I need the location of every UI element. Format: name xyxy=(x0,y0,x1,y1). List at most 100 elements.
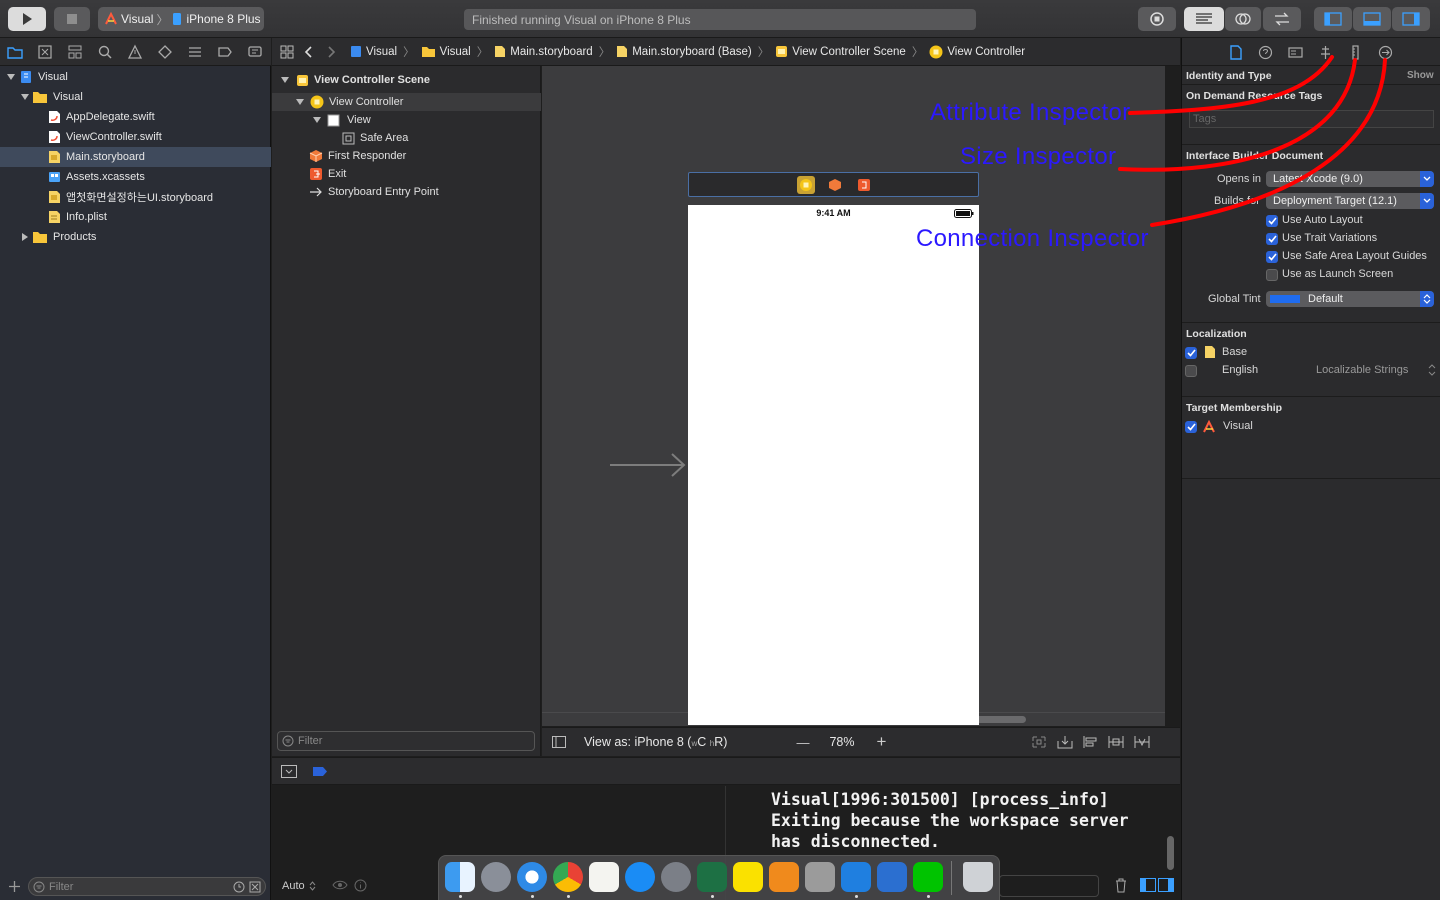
scheme-selector[interactable]: Visual 〉 iPhone 8 Plus xyxy=(98,7,264,31)
target-visual-checkbox[interactable] xyxy=(1185,421,1197,433)
finder-icon[interactable] xyxy=(445,862,475,892)
toggle-navigator-button[interactable] xyxy=(1314,7,1352,31)
update-frames-icon[interactable] xyxy=(1031,735,1047,749)
tree-item-group-visual[interactable]: Visual xyxy=(0,87,271,107)
zoom-out-button[interactable]: — xyxy=(796,735,809,750)
outline-exit[interactable]: Exit xyxy=(272,165,541,183)
breakpoints-toggle-icon[interactable] xyxy=(312,766,328,777)
view-controller-icon[interactable] xyxy=(797,176,815,194)
global-tint-popup[interactable]: Default xyxy=(1266,291,1434,307)
tree-item-main-storyboard[interactable]: Main.storyboard xyxy=(0,147,271,167)
show-toggle[interactable]: Show xyxy=(1407,70,1434,81)
symbol-tab-icon[interactable] xyxy=(67,44,83,60)
tree-item-viewcontroller[interactable]: ViewController.swift xyxy=(0,127,271,147)
disclosure-open-icon[interactable] xyxy=(312,115,322,125)
disclosure-open-icon[interactable] xyxy=(295,97,305,107)
folder-tab-icon[interactable] xyxy=(7,44,23,60)
first-responder-icon[interactable] xyxy=(828,178,842,192)
excel-icon[interactable] xyxy=(697,862,727,892)
find-tab-icon[interactable] xyxy=(97,44,113,60)
base-localization-checkbox[interactable] xyxy=(1185,347,1197,359)
add-constraints-icon[interactable] xyxy=(1108,735,1124,749)
crumb-storyboard-base[interactable]: Main.storyboard (Base) xyxy=(616,45,752,58)
library-button[interactable] xyxy=(1138,7,1176,31)
ibooks-icon[interactable] xyxy=(769,862,799,892)
source-control-tab-icon[interactable] xyxy=(37,44,53,60)
align-icon[interactable] xyxy=(1082,735,1098,749)
run-button[interactable] xyxy=(8,7,46,31)
crumb-group[interactable]: Visual xyxy=(421,45,471,58)
exit-icon[interactable] xyxy=(857,178,871,192)
info-icon[interactable] xyxy=(354,879,367,892)
disclosure-closed-icon[interactable] xyxy=(20,232,30,242)
tree-item-project[interactable]: Visual xyxy=(0,67,271,87)
xcode-beta-icon[interactable] xyxy=(877,862,907,892)
outline-filter-input[interactable]: Filter xyxy=(277,731,535,751)
crumb-project[interactable]: Visual xyxy=(350,45,397,58)
entry-point-arrow-icon[interactable] xyxy=(610,452,688,478)
use-as-launch-screen-checkbox[interactable] xyxy=(1266,269,1278,281)
zoom-in-button[interactable]: + xyxy=(876,732,886,752)
device-view[interactable]: 9:41 AM xyxy=(688,205,979,725)
launchpad-icon[interactable] xyxy=(481,862,511,892)
outline-first-responder[interactable]: First Responder xyxy=(272,147,541,165)
recent-files-icon[interactable] xyxy=(233,881,245,893)
safari-icon[interactable] xyxy=(517,862,547,892)
trash-icon[interactable] xyxy=(1114,877,1128,893)
back-icon[interactable] xyxy=(304,45,314,59)
scene-dock[interactable] xyxy=(688,172,979,197)
tree-item-korean-storyboard[interactable]: 앱첫화면설정하는UI.storyboard xyxy=(0,187,271,207)
variables-scope-popup[interactable]: Auto xyxy=(282,880,305,892)
localization-type[interactable]: Localizable Strings xyxy=(1316,364,1408,376)
hide-debug-area-icon[interactable] xyxy=(281,765,297,778)
tree-item-products[interactable]: Products xyxy=(0,227,271,247)
textedit-icon[interactable] xyxy=(589,862,619,892)
issue-tab-icon[interactable] xyxy=(127,44,143,60)
standard-editor-button[interactable] xyxy=(1184,7,1224,31)
crumb-view-controller[interactable]: View Controller xyxy=(929,45,1025,59)
tree-item-info-plist[interactable]: Info.plist xyxy=(0,207,271,227)
report-tab-icon[interactable] xyxy=(247,44,263,60)
outline-toggle-icon[interactable] xyxy=(552,736,566,748)
version-editor-button[interactable] xyxy=(1263,7,1301,31)
crumb-storyboard[interactable]: Main.storyboard xyxy=(494,45,593,58)
xcode-icon[interactable] xyxy=(841,862,871,892)
outline-view-controller[interactable]: View Controller xyxy=(272,93,541,111)
line-icon[interactable] xyxy=(913,862,943,892)
toggle-inspector-button[interactable] xyxy=(1392,7,1430,31)
tree-item-assets[interactable]: Assets.xcassets xyxy=(0,167,271,187)
trash-icon[interactable] xyxy=(963,862,993,892)
toggle-debug-area-button[interactable] xyxy=(1353,7,1391,31)
english-localization-checkbox[interactable] xyxy=(1185,365,1197,377)
debug-tab-icon[interactable] xyxy=(187,44,203,60)
crumb-scene[interactable]: View Controller Scene xyxy=(775,45,906,58)
calculator-icon[interactable] xyxy=(805,862,835,892)
test-tab-icon[interactable] xyxy=(157,44,173,60)
chevron-updown-icon[interactable] xyxy=(309,881,316,891)
split-view-icon[interactable] xyxy=(1140,878,1174,892)
chrome-icon[interactable] xyxy=(553,862,583,892)
tree-item-appdelegate[interactable]: AppDelegate.swift xyxy=(0,107,271,127)
assistant-editor-button[interactable] xyxy=(1225,7,1261,31)
disclosure-open-icon[interactable] xyxy=(20,92,30,102)
navigator-filter-input[interactable]: Filter xyxy=(28,877,266,896)
outline-safe-area[interactable]: Safe Area xyxy=(272,129,541,147)
add-icon[interactable] xyxy=(8,880,21,893)
disclosure-open-icon[interactable] xyxy=(6,72,16,82)
chevron-updown-icon[interactable] xyxy=(1428,364,1436,376)
view-as-label[interactable]: View as: iPhone 8 (wC hR) xyxy=(584,735,727,749)
embed-in-icon[interactable] xyxy=(1057,735,1073,749)
scm-filter-icon[interactable] xyxy=(249,881,261,893)
resolve-issues-icon[interactable] xyxy=(1134,735,1150,749)
kakaotalk-icon[interactable] xyxy=(733,862,763,892)
related-items-icon[interactable] xyxy=(280,45,294,59)
outline-view[interactable]: View xyxy=(272,111,541,129)
eye-icon[interactable] xyxy=(332,879,348,891)
system-preferences-icon[interactable] xyxy=(661,862,691,892)
outline-entry-point[interactable]: Storyboard Entry Point xyxy=(272,183,541,201)
outline-scene[interactable]: View Controller Scene xyxy=(272,71,541,89)
disclosure-open-icon[interactable] xyxy=(280,75,290,85)
forward-icon[interactable] xyxy=(326,45,336,59)
console-scrollbar[interactable] xyxy=(1167,836,1174,870)
stop-button[interactable] xyxy=(54,7,90,31)
